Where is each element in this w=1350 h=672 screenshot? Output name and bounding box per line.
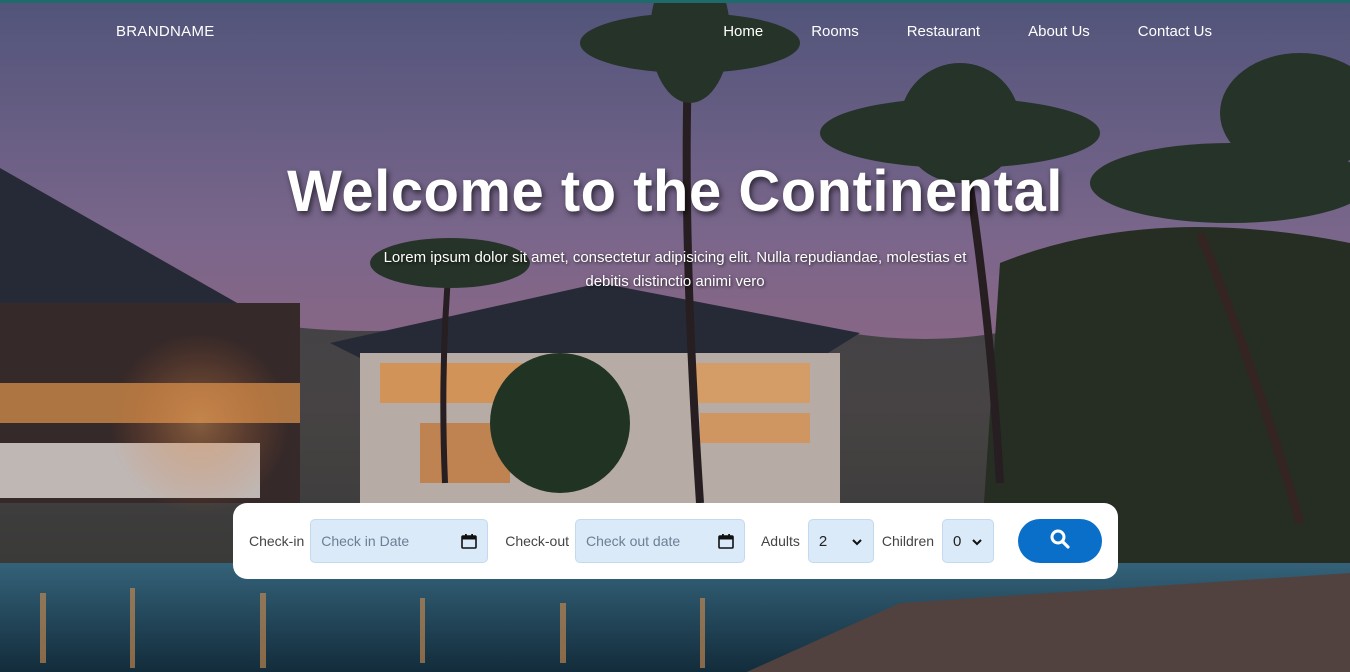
hero-subtitle: Lorem ipsum dolor sit amet, consectetur …: [383, 249, 967, 290]
children-select[interactable]: 0: [942, 519, 995, 563]
nav-contact-us[interactable]: Contact Us: [1138, 23, 1212, 40]
checkout-date-input[interactable]: Check out date: [575, 519, 745, 563]
adults-label: Adults: [760, 533, 800, 549]
nav-rooms[interactable]: Rooms: [811, 23, 859, 40]
search-icon: [1050, 529, 1070, 554]
calendar-icon[interactable]: [718, 533, 734, 549]
chevron-down-icon: [971, 535, 983, 547]
checkout-label: Check-out: [505, 533, 570, 549]
booking-form: Check-in Check in Date Check-out Check o…: [233, 503, 1118, 579]
adults-select[interactable]: 2: [807, 519, 874, 563]
children-label: Children: [881, 533, 935, 549]
nav-restaurant[interactable]: Restaurant: [907, 23, 980, 40]
nav-home[interactable]: Home: [723, 23, 763, 40]
checkin-placeholder: Check in Date: [321, 533, 410, 549]
checkin-date-input[interactable]: Check in Date: [310, 519, 489, 563]
nav-links: Home Rooms Restaurant About Us Contact U…: [675, 23, 1212, 40]
brand-logo[interactable]: BRANDNAME: [116, 23, 215, 40]
checkout-placeholder: Check out date: [586, 533, 681, 549]
hero-title: Welcome to the Continental: [287, 159, 1063, 224]
top-navbar: BRANDNAME Home Rooms Restaurant About Us…: [0, 3, 1350, 63]
nav-about-us[interactable]: About Us: [1028, 23, 1090, 40]
search-button[interactable]: [1018, 519, 1102, 563]
adults-value: 2: [818, 532, 828, 550]
chevron-down-icon: [851, 535, 863, 547]
children-value: 0: [953, 532, 962, 550]
hero-section: BRANDNAME Home Rooms Restaurant About Us…: [0, 0, 1350, 672]
checkin-label: Check-in: [249, 533, 305, 549]
calendar-icon[interactable]: [461, 533, 478, 549]
